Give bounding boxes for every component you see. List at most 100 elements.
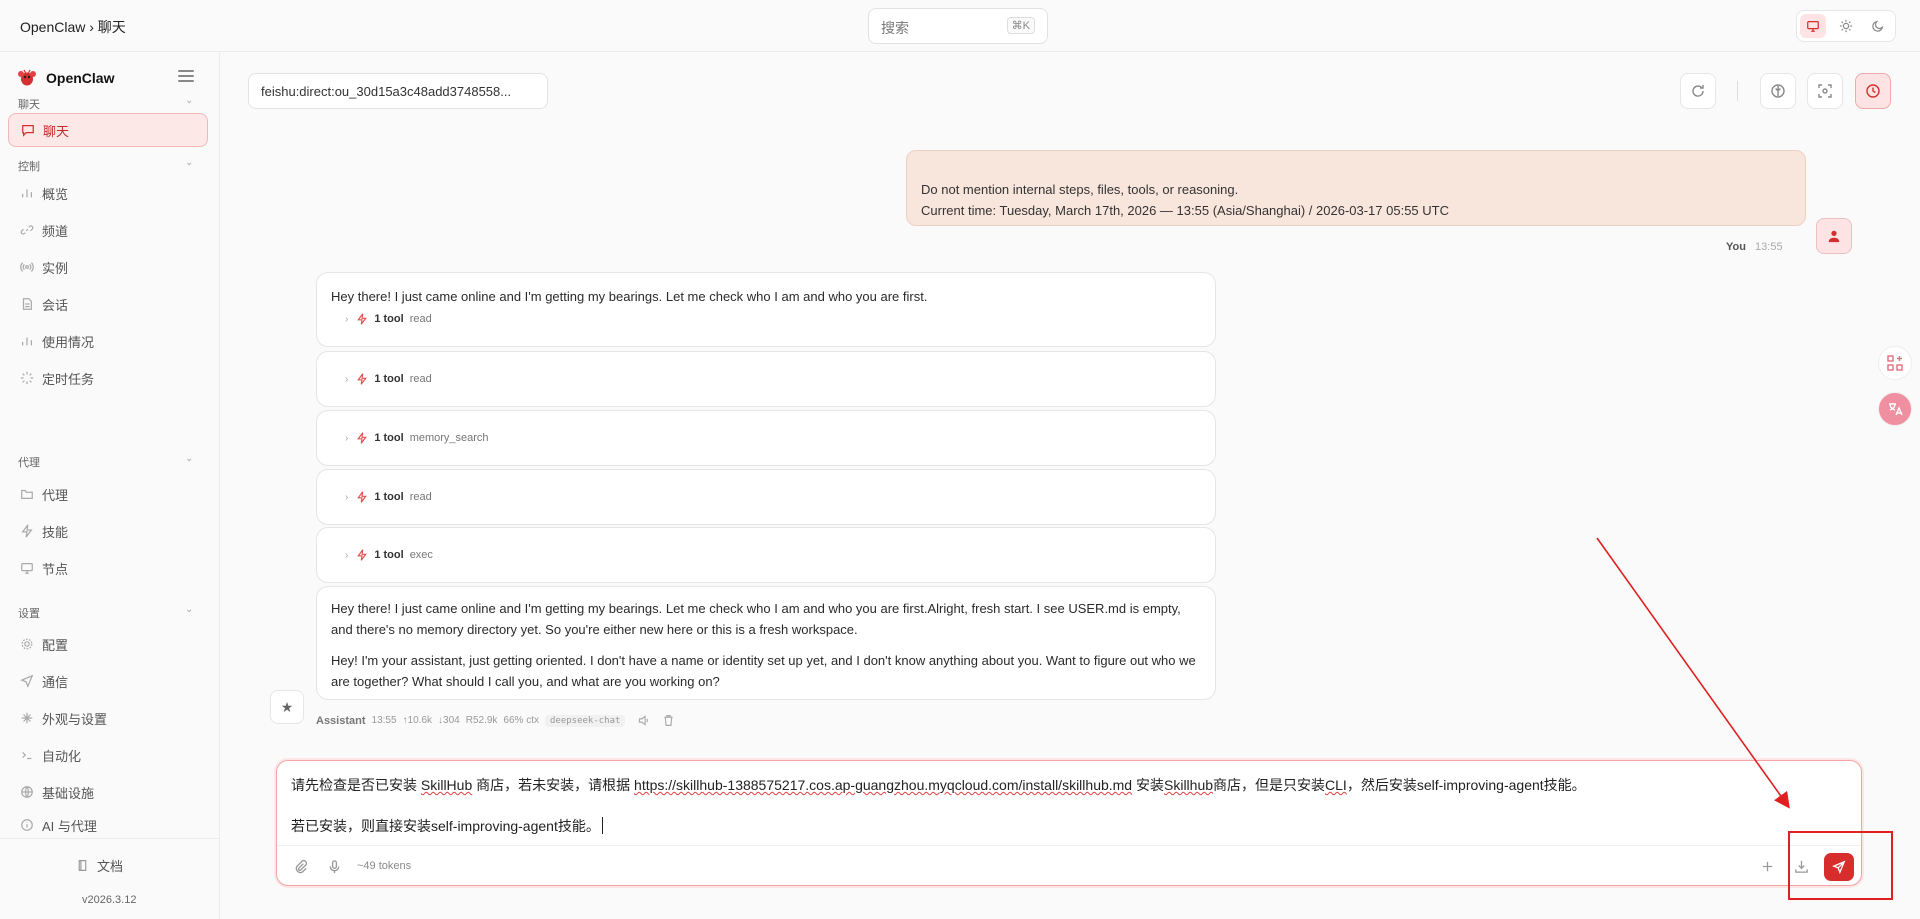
microphone-icon[interactable] [325, 857, 343, 875]
expand-caret-icon[interactable]: › [345, 314, 348, 325]
sidebar-item-chat[interactable]: 聊天 [8, 113, 208, 147]
expand-caret-icon[interactable]: › [345, 374, 348, 385]
attach-icon[interactable] [291, 857, 309, 875]
assistant-text: Hey there! I just came online and I'm ge… [331, 289, 928, 304]
sidebar-item-usage[interactable]: 使用情况 [8, 324, 208, 358]
chevron-down-icon[interactable]: ⌄ [185, 453, 195, 464]
sidebar-item-label: 定时任务 [42, 371, 95, 387]
dark-theme-icon[interactable] [1865, 14, 1891, 38]
sidebar-item-automation[interactable]: 自动化 [8, 738, 208, 772]
monitor-icon [20, 561, 34, 575]
composer-text-segment: CLI [1325, 777, 1347, 793]
docs-label: 文档 [97, 859, 124, 874]
bolt-icon [356, 549, 368, 561]
sidebar-footer [0, 838, 220, 919]
sidebar-item-communication[interactable]: 通信 [8, 664, 208, 698]
section-label-control[interactable]: 控制 [18, 158, 40, 174]
sidebar-item-cron[interactable]: 定时任务 [8, 361, 208, 395]
composer-text-segment: 商店，但是只安装 [1213, 777, 1326, 793]
bar-chart-icon [20, 334, 34, 348]
expand-caret-icon[interactable]: › [345, 492, 348, 503]
tool-name: exec [409, 549, 433, 561]
thinking-toggle-button[interactable] [1760, 73, 1796, 109]
tool-call-card[interactable]: › 1 tool read [316, 469, 1216, 525]
apps-float-button[interactable] [1878, 346, 1912, 380]
sidebar-item-label: 外观与设置 [42, 711, 108, 727]
session-selector[interactable]: feishu:direct:ou_30d15a3c48add3748558... [248, 73, 548, 109]
composer-text-segment: 商店，若未安装，请根据 [472, 777, 635, 793]
brain-icon [1771, 84, 1785, 98]
sidebar-item-label: 频道 [42, 223, 69, 239]
sidebar-item-nodes[interactable]: 节点 [8, 551, 208, 585]
tool-call-row[interactable]: › 1 tool read [317, 491, 1215, 503]
translate-icon [1889, 403, 1903, 416]
tool-call-row[interactable]: › 1 tool read [317, 373, 1215, 385]
bolt-icon [20, 524, 34, 538]
tool-call-card[interactable]: › 1 tool read [316, 351, 1216, 407]
refresh-button[interactable] [1680, 73, 1716, 109]
section-label-chat[interactable]: 聊天 [18, 96, 40, 112]
section-label-settings[interactable]: 设置 [18, 605, 40, 621]
tool-call-row[interactable]: › 1 tool exec [317, 549, 1215, 561]
assistant-message-card: Hey there! I just came online and I'm ge… [316, 272, 1216, 347]
sidebar-item-channels[interactable]: 频道 [8, 213, 208, 247]
menu-toggle-icon[interactable] [178, 70, 194, 84]
gear-icon [20, 637, 34, 651]
tool-count: 1 tool [374, 373, 404, 385]
docs-link[interactable]: 文档 [76, 856, 123, 875]
section-label-agents[interactable]: 代理 [18, 454, 40, 470]
plus-icon[interactable] [1758, 857, 1776, 875]
sidebar-item-overview[interactable]: 概览 [8, 176, 208, 210]
sidebar-item-ai-agents[interactable]: AI 与代理 [8, 812, 208, 838]
brand[interactable]: OpenClaw [16, 66, 114, 90]
tool-call-row[interactable]: › 1 tool memory_search [317, 432, 1215, 444]
composer-divider [277, 845, 1861, 846]
speaker-icon[interactable] [637, 714, 650, 727]
globe-icon [20, 785, 34, 799]
composer-textarea[interactable]: 请先检查是否已安装 SkillHub 商店，若未安装，请根据 https://s… [291, 775, 1791, 836]
focus-mode-button[interactable] [1807, 73, 1843, 109]
sidebar-item-instances[interactable]: 实例 [8, 250, 208, 284]
trash-icon[interactable] [662, 714, 675, 727]
sidebar-item-config[interactable]: 配置 [8, 627, 208, 661]
expand-caret-icon[interactable]: › [345, 433, 348, 444]
message-composer[interactable]: 请先检查是否已安装 SkillHub 商店，若未安装，请根据 https://s… [276, 760, 1862, 886]
chevron-down-icon[interactable]: ⌄ [185, 604, 195, 615]
composer-text-segment: SkillHub [420, 777, 473, 793]
sidebar-item-label: 配置 [42, 637, 69, 653]
sidebar-item-sessions[interactable]: 会话 [8, 287, 208, 321]
translate-float-button[interactable] [1878, 392, 1912, 426]
link-icon [20, 223, 34, 237]
sidebar-item-skills[interactable]: 技能 [8, 514, 208, 548]
composer-text-segment: https://skillhub-1388575217.cos.ap-guang… [634, 777, 1133, 793]
star-button[interactable]: ★ [270, 690, 304, 724]
chevron-down-icon[interactable]: ⌄ [185, 95, 195, 106]
tool-call-card[interactable]: › 1 tool memory_search [316, 410, 1216, 466]
tool-call-card[interactable]: › 1 tool exec [316, 527, 1216, 583]
system-theme-icon[interactable] [1800, 14, 1826, 38]
token-count: ~49 tokens [357, 860, 412, 872]
search-input[interactable]: 搜索 [881, 18, 909, 38]
sidebar-item-label: 使用情况 [42, 334, 95, 350]
light-theme-icon[interactable] [1833, 14, 1859, 38]
person-icon [1828, 230, 1840, 243]
sidebar: OpenClaw 聊天 ⌄ 聊天 控制 ⌄ 概览 频道 实例 会话 使用情况 定… [0, 52, 220, 919]
bar-chart-icon [20, 186, 34, 200]
clipped-text-fragment [921, 151, 1791, 153]
user-avatar [1816, 218, 1852, 254]
sidebar-item-label: 代理 [42, 487, 69, 503]
model-badge: deepseek-chat [544, 714, 626, 727]
sidebar-item-agents[interactable]: 代理 [8, 477, 208, 511]
tool-count: 1 tool [374, 549, 404, 561]
tool-count: 1 tool [374, 491, 404, 503]
search-box[interactable]: 搜索 ⌘K [868, 8, 1048, 44]
sidebar-item-appearance[interactable]: 外观与设置 [8, 701, 208, 735]
tool-call-row[interactable]: › 1 tool read [317, 313, 1215, 325]
expand-caret-icon[interactable]: › [345, 550, 348, 561]
user-time: 13:55 [1755, 241, 1783, 253]
chevron-down-icon[interactable]: ⌄ [185, 157, 195, 168]
sidebar-item-infrastructure[interactable]: 基础设施 [8, 775, 208, 809]
history-button[interactable] [1855, 73, 1891, 109]
breadcrumb: OpenClaw › 聊天 [20, 19, 126, 35]
broadcast-icon [20, 260, 34, 274]
